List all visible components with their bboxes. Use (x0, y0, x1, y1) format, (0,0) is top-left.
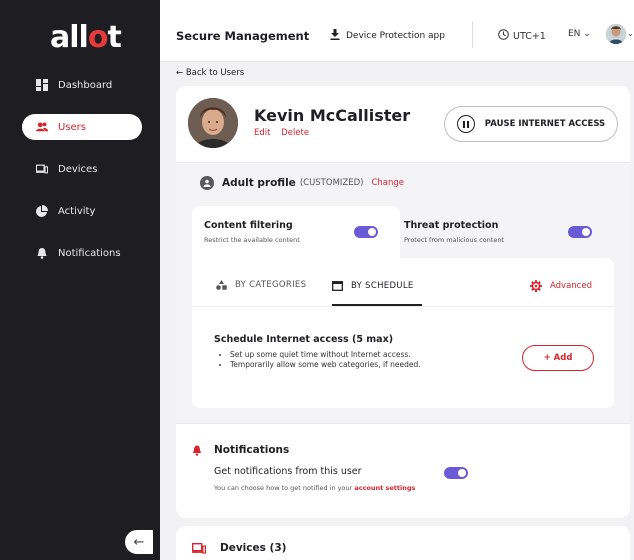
users-icon (36, 121, 48, 133)
tab-threat-protection[interactable]: Threat protection Protect from malicious… (400, 206, 614, 258)
clock-icon (498, 29, 509, 43)
tab-title: Content filtering (204, 220, 293, 231)
user-name: Kevin McCallister (254, 106, 411, 125)
user-avatar (188, 98, 238, 148)
divider (472, 22, 473, 48)
language-selector[interactable]: EN ⌄ (568, 29, 591, 39)
user-actions: Edit Delete (254, 128, 317, 138)
chevron-down-icon: ⌄ (583, 29, 591, 39)
schedule-bullets: Set up some quiet time without Internet … (218, 350, 421, 370)
sidebar-item-label: Activity (58, 205, 96, 217)
account-avatar[interactable] (606, 24, 626, 44)
sidebar-item-label: Users (58, 121, 87, 133)
chevron-down-icon[interactable]: ⌄ (627, 29, 634, 38)
sidebar-item-devices[interactable]: Devices (22, 156, 142, 182)
timezone-value: UTC+1 (513, 30, 546, 42)
download-label: Device Protection app (346, 31, 445, 41)
pause-internet-access-button[interactable]: PAUSE INTERNET ACCESS (444, 106, 618, 142)
pause-icon (456, 115, 475, 133)
profile-mode: (CUSTOMIZED) (299, 178, 364, 188)
timezone-selector[interactable]: UTC+1 (498, 29, 546, 43)
bell-icon (192, 445, 202, 456)
categories-icon (216, 280, 227, 290)
notifications-label: Get notifications from this user (214, 466, 362, 477)
account-settings-link[interactable]: account settings (354, 484, 415, 492)
calendar-icon (332, 280, 343, 291)
profile-icon (200, 176, 214, 190)
app-title: Secure Management (176, 29, 310, 43)
sidebar-item-label: Notifications (58, 247, 121, 259)
sidebar-item-users[interactable]: Users (22, 114, 142, 140)
notifications-hint: You can choose how to get notified in yo… (214, 484, 415, 492)
delete-user-link[interactable]: Delete (281, 128, 309, 138)
tab-subtitle: Protect from malicious content (404, 236, 504, 244)
sidebar-item-activity[interactable]: Activity (22, 198, 142, 224)
download-icon (330, 29, 340, 43)
devices-icon (192, 542, 206, 554)
arrow-left-icon: ← (133, 534, 145, 550)
activity-icon (36, 205, 48, 217)
tab-label: BY CATEGORIES (235, 280, 307, 290)
content-filtering-panel: BY CATEGORIES BY SCHEDULE Advanced Sched… (192, 258, 614, 408)
devices-icon (36, 163, 48, 175)
hint-text: You can choose how to get notified in yo… (214, 484, 353, 492)
profile-title: Adult profile (222, 177, 296, 189)
notifications-toggle[interactable] (444, 467, 468, 479)
list-item: Temporarily allow some web categories, i… (230, 360, 421, 370)
devices-header[interactable]: Devices (3) (192, 542, 286, 554)
content-filtering-toggle[interactable] (354, 226, 378, 238)
tab-label: BY SCHEDULE (351, 280, 414, 291)
pause-label: PAUSE INTERNET ACCESS (484, 119, 606, 129)
edit-user-link[interactable]: Edit (254, 128, 270, 138)
notifications-header: Notifications (192, 444, 289, 456)
sidebar-item-notifications[interactable]: Notifications (22, 240, 142, 266)
device-protection-download-link[interactable]: Device Protection app (330, 29, 445, 43)
devices-card: Devices (3) (176, 526, 630, 560)
tab-by-schedule[interactable]: BY SCHEDULE (332, 280, 414, 291)
sidebar-item-label: Devices (58, 163, 98, 175)
list-item: Set up some quiet time without Internet … (230, 350, 421, 360)
change-profile-link[interactable]: Change (371, 178, 404, 188)
advanced-settings-link[interactable]: Advanced (530, 280, 592, 292)
tab-subtitle: Restrict the available content (204, 236, 300, 244)
collapse-sidebar-button[interactable]: ← (125, 530, 153, 554)
back-to-users-link[interactable]: ← Back to Users (176, 68, 244, 78)
notifications-title: Notifications (214, 444, 290, 456)
profile-row: Adult profile (CUSTOMIZED) Change (200, 176, 404, 190)
allot-logo[interactable]: allot (50, 20, 122, 55)
sidebar: allot Dashboard Users Devices Activity N… (0, 0, 160, 560)
dashboard-icon (36, 79, 48, 91)
threat-protection-toggle[interactable] (568, 226, 592, 238)
language-value: EN (568, 29, 581, 39)
tab-title: Threat protection (404, 220, 499, 231)
user-card: Kevin McCallister Edit Delete PAUSE INTE… (176, 86, 630, 518)
sidebar-item-dashboard[interactable]: Dashboard (22, 72, 142, 98)
divider (192, 306, 614, 307)
schedule-title: Schedule Internet access (5 max) (214, 334, 394, 345)
sidebar-item-label: Dashboard (58, 79, 113, 91)
gear-icon (530, 280, 542, 292)
devices-title: Devices (3) (220, 542, 287, 554)
bell-icon (36, 247, 48, 259)
add-schedule-button[interactable]: + Add (522, 345, 594, 371)
topbar: Secure Management Device Protection app … (160, 0, 634, 62)
advanced-label: Advanced (550, 281, 592, 291)
tab-by-categories[interactable]: BY CATEGORIES (216, 280, 306, 290)
tab-content-filtering[interactable]: Content filtering Restrict the available… (192, 206, 400, 258)
